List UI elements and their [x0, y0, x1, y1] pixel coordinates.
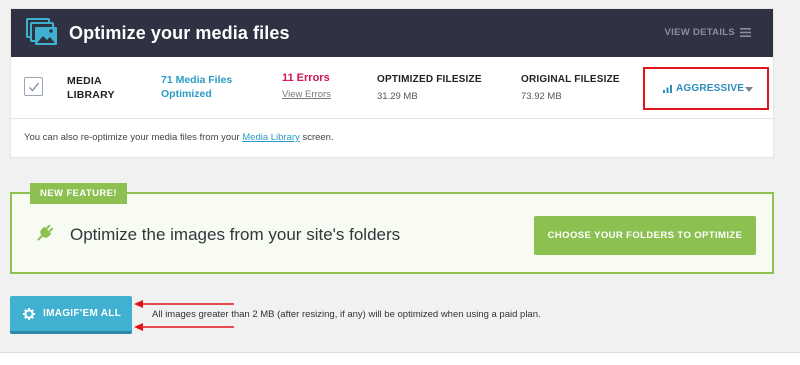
optimized-filesize-value: 31.29 MB: [377, 91, 418, 102]
new-feature-box: NEW FEATURE! Optimize the images from yo…: [10, 183, 774, 274]
original-filesize-label: ORIGINAL FILESIZE: [521, 74, 620, 85]
optimize-panel: Optimize your media files VIEW DETAILS M…: [10, 8, 774, 158]
optimized-filesize: OPTIMIZED FILESIZE 31.29 MB: [377, 73, 482, 104]
optimization-level-label: AGGRESSIVE: [676, 83, 745, 94]
gear-icon: [23, 307, 35, 320]
optimization-level-dropdown[interactable]: AGGRESSIVE: [643, 67, 769, 110]
media-library-link[interactable]: Media Library: [242, 132, 300, 143]
imagify-all-button[interactable]: IMAGIF'EM ALL: [10, 296, 132, 334]
choose-folders-button[interactable]: CHOOSE YOUR FOLDERS TO OPTIMIZE: [534, 216, 756, 255]
menu-icon: [740, 28, 751, 37]
media-library-line1: MEDIA: [67, 75, 102, 87]
files-count-line1: 71 Media Files: [161, 74, 233, 86]
footer-strip: [0, 353, 800, 365]
media-stack-icon: [26, 18, 57, 45]
original-filesize: ORIGINAL FILESIZE 73.92 MB: [521, 73, 620, 104]
view-details-label: VIEW DETAILS: [664, 27, 735, 38]
new-feature-tag: NEW FEATURE!: [30, 183, 127, 204]
reoptimize-hint: You can also re-optimize your media file…: [24, 132, 334, 143]
panel-title: Optimize your media files: [69, 22, 290, 43]
signal-bars-icon: [663, 84, 672, 93]
optimized-files-count: 71 Media Files Optimized: [161, 73, 232, 101]
errors-block: 11 Errors View Errors: [282, 71, 331, 102]
media-library-label: MEDIA LIBRARY: [67, 74, 115, 102]
checkmark-icon: [29, 82, 40, 92]
caret-down-icon: [745, 87, 753, 92]
files-count-line2: Optimized: [161, 88, 212, 100]
reoptimize-text-after: screen.: [299, 132, 334, 143]
media-library-checkbox[interactable]: [24, 77, 43, 96]
reoptimize-text-before: You can also re-optimize your media file…: [24, 132, 243, 143]
original-filesize-value: 73.92 MB: [521, 91, 562, 102]
imagify-all-label: IMAGIF'EM ALL: [43, 308, 122, 319]
stats-row: MEDIA LIBRARY 71 Media Files Optimized 1…: [11, 57, 773, 119]
panel-header: Optimize your media files VIEW DETAILS: [11, 9, 773, 57]
feature-title: Optimize the images from your site's fol…: [70, 225, 401, 244]
optimization-level-selected: AGGRESSIVE: [663, 83, 744, 94]
plug-icon: [37, 224, 54, 241]
view-errors-link[interactable]: View Errors: [282, 88, 331, 102]
paid-plan-note: All images greater than 2 MB (after resi…: [152, 309, 541, 320]
optimized-filesize-label: OPTIMIZED FILESIZE: [377, 74, 482, 85]
view-details-button[interactable]: VIEW DETAILS: [665, 27, 751, 38]
media-library-line2: LIBRARY: [67, 89, 115, 101]
errors-count: 11 Errors: [282, 72, 330, 84]
